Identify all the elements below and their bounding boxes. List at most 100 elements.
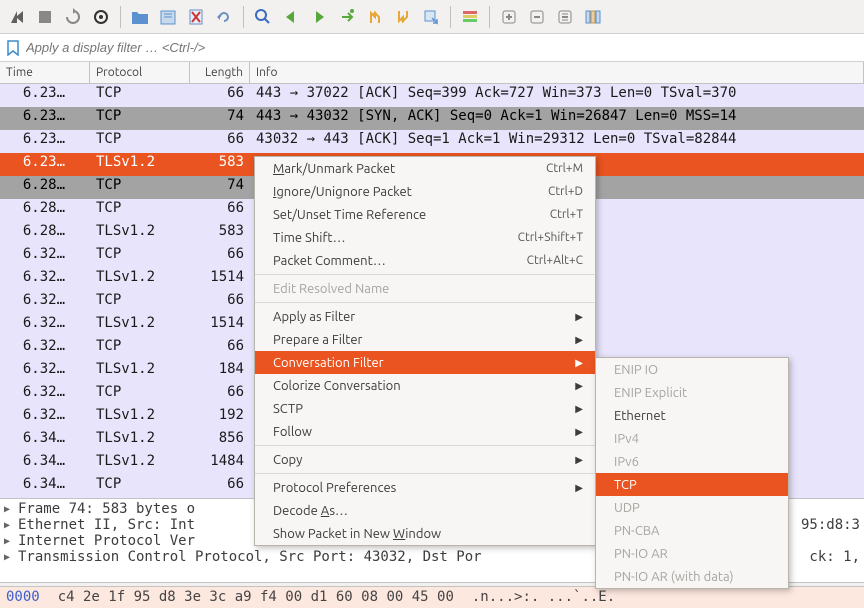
submenu-item-tcp[interactable]: TCP	[596, 473, 788, 496]
packet-list-header: Time Protocol Length Info	[0, 62, 864, 84]
display-filter-input[interactable]	[22, 38, 860, 57]
menu-item-editname: Edit Resolved Name	[255, 277, 595, 300]
submenu-item-ethernet[interactable]: Ethernet	[596, 404, 788, 427]
expander-icon[interactable]: ▶	[4, 504, 14, 515]
cell-protocol: TLSv1.2	[90, 429, 190, 452]
column-header-length[interactable]: Length	[190, 62, 250, 83]
cell-time: 6.28…	[0, 222, 90, 245]
cell-protocol: TCP	[90, 107, 190, 130]
menu-label: Protocol Preferences	[273, 481, 396, 495]
go-first-button[interactable]	[362, 4, 388, 30]
zoom-in-button[interactable]	[496, 4, 522, 30]
menu-shortcut: Ctrl+Shift+T	[518, 231, 583, 244]
open-file-button[interactable]	[127, 4, 153, 30]
submenu-item-pnioardata: PN-IO AR (with data)	[596, 565, 788, 588]
cell-length: 1484	[190, 452, 250, 475]
cell-protocol: TCP	[90, 130, 190, 153]
stop-capture-button[interactable]	[32, 4, 58, 30]
cell-time: 6.28…	[0, 199, 90, 222]
go-to-packet-button[interactable]	[334, 4, 360, 30]
cell-protocol: TLSv1.2	[90, 222, 190, 245]
zoom-out-button[interactable]	[524, 4, 550, 30]
cell-length: 66	[190, 337, 250, 360]
reload-button[interactable]	[211, 4, 237, 30]
menu-item-timeref[interactable]: Set/Unset Time ReferenceCtrl+T	[255, 203, 595, 226]
toolbar-separator	[120, 6, 121, 28]
start-capture-button[interactable]	[4, 4, 30, 30]
menu-separator	[255, 274, 595, 275]
submenu-arrow-icon: ▶	[575, 454, 583, 466]
bookmark-icon[interactable]	[4, 39, 22, 57]
menu-item-follow[interactable]: Follow▶	[255, 420, 595, 443]
cell-time: 6.23…	[0, 153, 90, 176]
cell-protocol: TCP	[90, 337, 190, 360]
packet-row[interactable]: 6.23…TCP6643032 → 443 [ACK] Seq=1 Ack=1 …	[0, 130, 864, 153]
cell-length: 856	[190, 429, 250, 452]
menu-item-newwin[interactable]: Show Packet in New Window	[255, 522, 595, 545]
capture-options-button[interactable]	[88, 4, 114, 30]
cell-info: 443 → 37022 [ACK] Seq=399 Ack=727 Win=37…	[250, 84, 864, 107]
close-file-button[interactable]	[183, 4, 209, 30]
column-header-protocol[interactable]: Protocol	[90, 62, 190, 83]
go-last-button[interactable]	[390, 4, 416, 30]
expander-icon[interactable]: ▶	[4, 520, 14, 531]
packet-row[interactable]: 6.23…TCP74443 → 43032 [SYN, ACK] Seq=0 A…	[0, 107, 864, 130]
go-forward-button[interactable]	[306, 4, 332, 30]
cell-time: 6.32…	[0, 314, 90, 337]
menu-item-colorize[interactable]: Colorize Conversation▶	[255, 374, 595, 397]
autoscroll-button[interactable]	[418, 4, 444, 30]
menu-label: Apply as Filter	[273, 310, 355, 324]
go-back-button[interactable]	[278, 4, 304, 30]
submenu-arrow-icon: ▶	[575, 482, 583, 494]
hex-offset: 0000	[6, 589, 40, 606]
save-file-button[interactable]	[155, 4, 181, 30]
submenu-item-pnioar: PN-IO AR	[596, 542, 788, 565]
cell-protocol: TCP	[90, 176, 190, 199]
menu-item-timeshift[interactable]: Time Shift…Ctrl+Shift+T	[255, 226, 595, 249]
expander-icon[interactable]: ▶	[4, 536, 14, 547]
cell-protocol: TLSv1.2	[90, 153, 190, 176]
packet-context-menu: Mark/Unmark PacketCtrl+MIgnore/Unignore …	[254, 156, 596, 546]
menu-item-decodeas[interactable]: Decode As…	[255, 499, 595, 522]
hex-bytes: c4 2e 1f 95 d8 3e 3c a9 f4 00 d1 60 08 0…	[58, 589, 454, 606]
submenu-arrow-icon: ▶	[575, 334, 583, 346]
menu-label: Mark/Unmark Packet	[273, 162, 395, 176]
resize-columns-button[interactable]	[580, 4, 606, 30]
menu-item-sctp[interactable]: SCTP▶	[255, 397, 595, 420]
menu-item-comment[interactable]: Packet Comment…Ctrl+Alt+C	[255, 249, 595, 272]
cell-time: 6.32…	[0, 360, 90, 383]
restart-capture-button[interactable]	[60, 4, 86, 30]
cell-time: 6.23…	[0, 84, 90, 107]
submenu-arrow-icon: ▶	[575, 426, 583, 438]
toolbar-separator	[450, 6, 451, 28]
menu-item-mark[interactable]: Mark/Unmark PacketCtrl+M	[255, 157, 595, 180]
menu-separator	[255, 302, 595, 303]
menu-item-convfilter[interactable]: Conversation Filter▶	[255, 351, 595, 374]
column-header-time[interactable]: Time	[0, 62, 90, 83]
cell-protocol: TCP	[90, 291, 190, 314]
find-packet-button[interactable]	[250, 4, 276, 30]
cell-protocol: TLSv1.2	[90, 406, 190, 429]
menu-item-copy[interactable]: Copy▶	[255, 448, 595, 471]
cell-length: 583	[190, 222, 250, 245]
packet-bytes-pane[interactable]: 0000 c4 2e 1f 95 d8 3e 3c a9 f4 00 d1 60…	[0, 586, 864, 608]
expander-icon[interactable]: ▶	[4, 552, 14, 563]
cell-length: 66	[190, 383, 250, 406]
column-header-info[interactable]: Info	[250, 62, 864, 83]
cell-info: 443 → 43032 [SYN, ACK] Seq=0 Ack=1 Win=2…	[250, 107, 864, 130]
menu-label: Ignore/Unignore Packet	[273, 185, 412, 199]
zoom-reset-button[interactable]	[552, 4, 578, 30]
cell-length: 583	[190, 153, 250, 176]
cell-time: 6.34…	[0, 475, 90, 498]
menu-item-preparefilter[interactable]: Prepare a Filter▶	[255, 328, 595, 351]
cell-time: 6.28…	[0, 176, 90, 199]
toolbar-separator	[243, 6, 244, 28]
cell-length: 66	[190, 475, 250, 498]
cell-length: 184	[190, 360, 250, 383]
menu-item-applyfilter[interactable]: Apply as Filter▶	[255, 305, 595, 328]
menu-item-ignore[interactable]: Ignore/Unignore PacketCtrl+D	[255, 180, 595, 203]
menu-item-protopref[interactable]: Protocol Preferences ▶	[255, 476, 595, 499]
submenu-item-enipio: ENIP IO	[596, 358, 788, 381]
colorize-button[interactable]	[457, 4, 483, 30]
packet-row[interactable]: 6.23…TCP66443 → 37022 [ACK] Seq=399 Ack=…	[0, 84, 864, 107]
